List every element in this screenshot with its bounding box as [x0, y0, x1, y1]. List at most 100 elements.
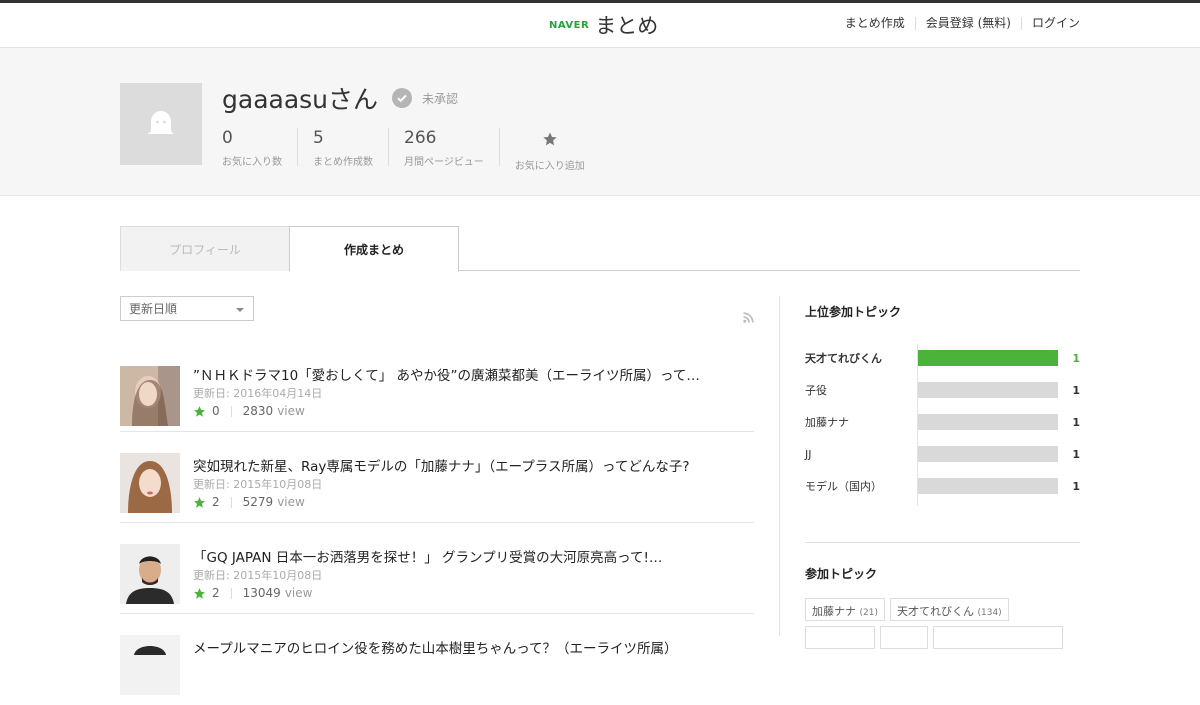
item-title[interactable]: メープルマニアのヒロイン役を務めた山本樹里ちゃんって？（エーライツ所属）: [193, 637, 678, 657]
divider: [805, 542, 1080, 543]
logo-brand: NAVER: [549, 19, 590, 31]
topic-name[interactable]: JJ: [805, 448, 918, 461]
register-link[interactable]: 会員登録 (無料): [914, 17, 1021, 30]
login-link[interactable]: ログイン: [1020, 17, 1080, 30]
tag-count: (134): [977, 608, 1002, 618]
logo-text: まとめ: [595, 14, 659, 38]
thumbnail-image[interactable]: [120, 635, 180, 695]
sidebar: 上位参加トピック 天才てれびくん 1 子役 1 加藤ナナ 1 JJ 1 モデル（…: [805, 296, 1080, 654]
matome-list-section: 更新日順 ”ＮＨＫドラマ10「愛おしくて」 あやか役”の廣瀬菜都美（エーライツ所…: [120, 296, 754, 705]
stat-label: お気に入り数: [222, 157, 282, 168]
topic-name[interactable]: モデル（国内）: [805, 478, 918, 494]
chevron-down-icon: [236, 308, 244, 312]
item-title[interactable]: 突如現れた新星、Ray専属モデルの「加藤ナナ」（エープラス所属）ってどんな子?: [193, 455, 690, 475]
stat-label: まとめ作成数: [313, 157, 373, 168]
view-label: view: [277, 495, 305, 509]
top-topics-title: 上位参加トピック: [805, 305, 902, 319]
list-item[interactable]: メープルマニアのヒロイン役を務めた山本樹里ちゃんって？（エーライツ所属）: [120, 614, 754, 705]
topic-tags: 加藤ナナ (21) 天才てれびくん (134): [805, 598, 1080, 654]
view-label: view: [277, 404, 305, 418]
list-item[interactable]: 「GQ JAPAN 日本一お洒落男を探せ！」 グランプリ受賞の大河原亮高って!……: [120, 523, 754, 614]
view-label: view: [284, 586, 313, 600]
star-icon: [515, 128, 585, 152]
tab-created-matome[interactable]: 作成まとめ: [289, 226, 459, 272]
item-meta: 0 2830 view: [193, 404, 305, 418]
column-divider: [779, 296, 780, 636]
topic-count: 1: [1072, 383, 1080, 397]
rss-icon[interactable]: [743, 308, 754, 327]
list-item[interactable]: 突如現れた新星、Ray専属モデルの「加藤ナナ」（エープラス所属）ってどんな子? …: [120, 432, 754, 523]
item-fav-count: 2: [212, 586, 220, 600]
tag-count: (21): [859, 608, 878, 618]
star-icon: [194, 587, 205, 599]
topic-tag[interactable]: [880, 626, 928, 649]
topic-tag[interactable]: 天才てれびくん (134): [889, 598, 1009, 621]
thumbnail-image[interactable]: [120, 366, 180, 426]
matome-list: ”ＮＨＫドラマ10「愛おしくて」 あやか役”の廣瀬菜都美（エーライツ所属）って……: [120, 341, 754, 705]
topic-rank-row[interactable]: モデル（国内） 1: [805, 470, 1080, 502]
item-fav-count: 2: [212, 495, 220, 509]
item-view-count: 5279: [242, 495, 274, 509]
topic-tag[interactable]: 加藤ナナ (21): [805, 598, 885, 621]
item-title[interactable]: ”ＮＨＫドラマ10「愛おしくて」 あやか役”の廣瀬菜都美（エーライツ所属）って…: [193, 364, 700, 384]
stat-label: お気に入り追加: [514, 161, 585, 172]
item-date: 更新日: 2015年10月08日: [193, 478, 323, 491]
topics-title: 参加トピック: [805, 567, 878, 581]
profile-stats: 0 お気に入り数 5 まとめ作成数 266 月間ページビュー お気に入り追加: [222, 128, 600, 172]
divider: [230, 405, 232, 417]
default-avatar-icon: [148, 111, 174, 134]
topic-rank-row[interactable]: 天才てれびくん 1: [805, 342, 1080, 374]
tag-name: 加藤ナナ: [812, 605, 856, 618]
check-icon: [392, 88, 413, 108]
create-matome-link[interactable]: まとめ作成: [835, 17, 915, 30]
topic-rank-row[interactable]: JJ 1: [805, 438, 1080, 470]
divider: [230, 587, 232, 599]
item-date: 更新日: 2015年10月08日: [193, 569, 323, 582]
stat-value: 5: [313, 128, 324, 148]
stat-label: 月間ページビュー: [404, 157, 484, 168]
thumbnail-image[interactable]: [120, 544, 180, 604]
avatar: [120, 83, 202, 165]
thumbnail-image[interactable]: [120, 453, 180, 513]
item-title[interactable]: 「GQ JAPAN 日本一お洒落男を探せ！」 グランプリ受賞の大河原亮高って!…: [193, 546, 662, 566]
item-meta: 2 13049 view: [193, 586, 312, 600]
item-fav-count: 0: [212, 404, 220, 418]
topic-name[interactable]: 加藤ナナ: [805, 414, 918, 430]
naver-matome-logo[interactable]: NAVER まとめ: [549, 10, 658, 40]
stat-value: 266: [404, 128, 437, 148]
topic-rank-row[interactable]: 子役 1: [805, 374, 1080, 406]
divider: [230, 496, 232, 508]
topic-name[interactable]: 子役: [805, 382, 918, 398]
star-icon: [194, 496, 205, 508]
stat-monthly-pv: 266 月間ページビュー: [388, 128, 499, 168]
topic-count: 1: [1072, 351, 1080, 365]
header-nav: まとめ作成 会員登録 (無料) ログイン: [835, 17, 1080, 30]
item-date: 更新日: 2016年04月14日: [193, 387, 323, 400]
list-item[interactable]: ”ＮＨＫドラマ10「愛おしくて」 あやか役”の廣瀬菜都美（エーライツ所属）って……: [120, 341, 754, 432]
topic-name[interactable]: 天才てれびくん: [805, 350, 918, 366]
profile-tabs: プロフィール 作成まとめ: [120, 226, 1080, 272]
add-favorite-button[interactable]: お気に入り追加: [498, 128, 600, 172]
stat-matome-count: 5 まとめ作成数: [297, 128, 388, 168]
topic-tag[interactable]: [933, 626, 1063, 649]
topic-tag[interactable]: [805, 626, 875, 649]
tab-profile[interactable]: プロフィール: [120, 226, 290, 271]
verify-status: 未承認: [422, 91, 459, 106]
star-icon: [194, 405, 205, 417]
sort-selected-value: 更新日順: [129, 302, 178, 316]
stat-favorites: 0 お気に入り数: [222, 128, 297, 168]
topic-rank-row[interactable]: 加藤ナナ 1: [805, 406, 1080, 438]
username-row: gaaaasuさん 未承認: [222, 80, 458, 116]
tag-name: 天才てれびくん: [896, 605, 974, 618]
site-header: NAVER まとめ まとめ作成 会員登録 (無料) ログイン: [0, 3, 1200, 48]
topic-bar: [918, 478, 1058, 494]
topic-count: 1: [1072, 479, 1080, 493]
topic-bar: [918, 350, 1058, 366]
topic-bar: [918, 446, 1058, 462]
stat-value: 0: [222, 128, 233, 148]
topic-bar: [918, 414, 1058, 430]
topic-bar: [918, 382, 1058, 398]
sort-select[interactable]: 更新日順: [120, 296, 254, 321]
top-topics-list: 天才てれびくん 1 子役 1 加藤ナナ 1 JJ 1 モデル（国内） 1: [805, 342, 1080, 506]
topic-count: 1: [1072, 447, 1080, 461]
